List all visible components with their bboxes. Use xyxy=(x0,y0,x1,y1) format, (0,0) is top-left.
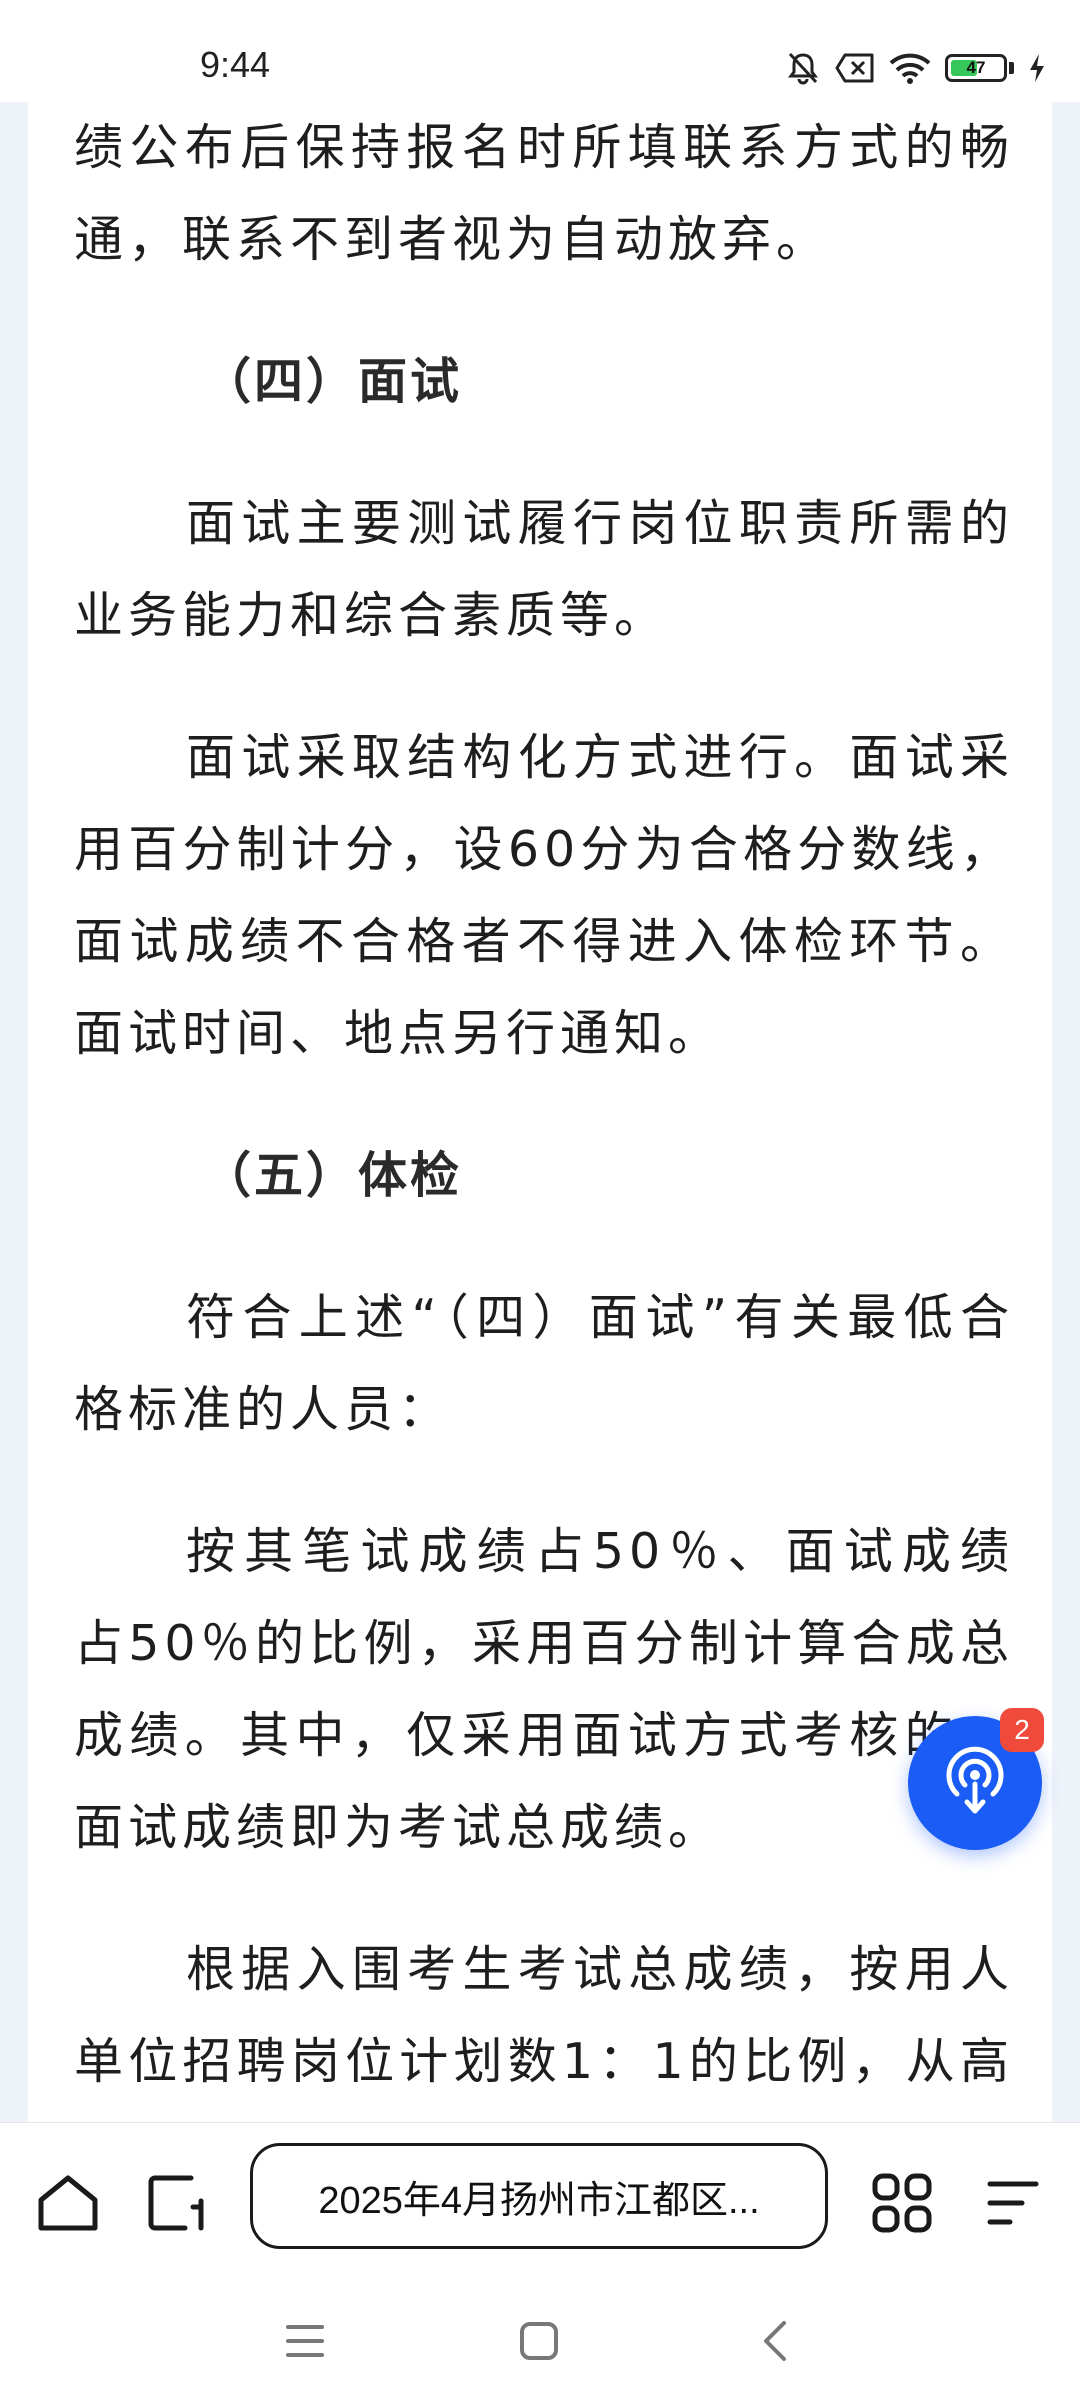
browser-toolbar: 2025年4月扬州市江都区... xyxy=(0,2122,1080,2283)
wifi-icon xyxy=(889,52,931,84)
status-bar: 9:44 47 xyxy=(0,0,1080,102)
status-time: 9:44 xyxy=(200,44,271,85)
article-paragraph: 面试采取结构化方式进行。面试采用百分制计分，设60分为合格分数线，面试成绩不合格… xyxy=(74,729,1014,1062)
listen-audio-button[interactable]: 2 xyxy=(908,1708,1044,1850)
article-paragraph: 符合上述“（四）面试”有关最低合格标准的人员： xyxy=(74,1289,1014,1438)
charging-icon xyxy=(1028,53,1046,83)
article-paragraph: 面试主要测试履行岗位职责所需的业务能力和综合素质等。 xyxy=(74,495,1014,644)
tab-icon xyxy=(147,2173,209,2237)
article-card: 绩公布后保持报名时所填联系方式的畅通，联系不到者视为自动放弃。 （四）面试 面试… xyxy=(28,102,1052,2122)
address-bar[interactable]: 2025年4月扬州市江都区... xyxy=(250,2143,828,2249)
system-navigation-bar xyxy=(0,2282,1080,2400)
home-icon xyxy=(37,2174,99,2236)
system-home-button[interactable] xyxy=(504,2308,574,2378)
back-chevron-icon xyxy=(760,2319,790,2367)
notification-badge: 2 xyxy=(1000,1708,1044,1752)
battery-level: 47 xyxy=(966,58,986,77)
section-heading-interview: （四）面试 xyxy=(202,353,463,410)
status-icons: 47 xyxy=(785,50,1046,86)
apps-grid-icon xyxy=(871,2172,933,2238)
menu-button[interactable] xyxy=(972,2165,1052,2245)
article-body: 绩公布后保持报名时所填联系方式的畅通，联系不到者视为自动放弃。 （四）面试 面试… xyxy=(74,102,1014,2122)
article-paragraph: 绩公布后保持报名时所填联系方式的畅通，联系不到者视为自动放弃。 xyxy=(74,119,1014,268)
apps-button[interactable] xyxy=(862,2165,942,2245)
home-button[interactable] xyxy=(28,2165,108,2245)
system-back-button[interactable] xyxy=(740,2308,810,2378)
article-paragraph: 根据入围考生考试总成绩，按用人单位招聘岗位计划数1：1的比例，从高分 xyxy=(74,1941,1014,2090)
recents-button[interactable] xyxy=(270,2308,340,2378)
menu-lines-icon xyxy=(984,2178,1040,2232)
section-heading-physical-exam: （五）体检 xyxy=(202,1147,463,1204)
battery-icon: 47 xyxy=(945,54,1007,82)
tabs-button[interactable] xyxy=(138,2165,218,2245)
bell-mute-icon xyxy=(785,50,821,86)
dismiss-notification-icon xyxy=(835,52,875,84)
podcast-listen-icon xyxy=(940,1742,1010,1824)
home-square-icon xyxy=(519,2321,559,2365)
article-paragraph: 按其笔试成绩占50％、面试成绩占50％的比例，采用百分制计算合成总成绩。其中，仅… xyxy=(74,1523,1014,1856)
recents-menu-icon xyxy=(285,2323,325,2363)
